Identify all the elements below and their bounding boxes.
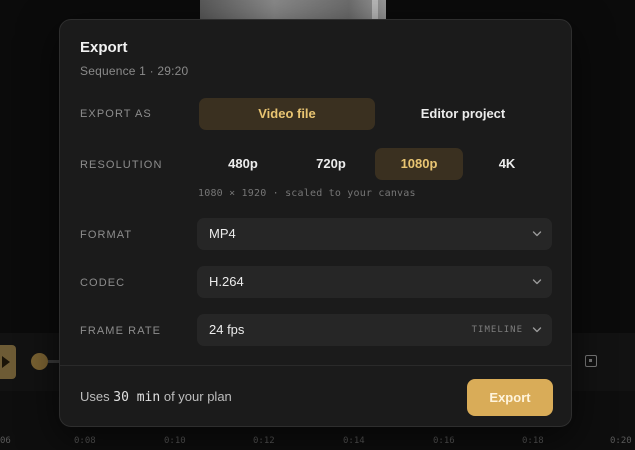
format-value: MP4 [209, 226, 236, 241]
ruler-tick: 0:14 [343, 436, 365, 446]
plan-usage-text: Uses 30 min of your plan [80, 389, 232, 405]
dialog-subtitle: Sequence 1 · 29:20 [80, 64, 189, 78]
chevron-down-icon [532, 231, 542, 237]
ruler-tick: 0:12 [253, 436, 275, 446]
ruler-tick: 0:20 [610, 436, 632, 446]
plan-usage-prefix: Uses [80, 389, 110, 404]
ruler-tick: 0:16 [433, 436, 455, 446]
ruler-tick: 0:08 [74, 436, 96, 446]
export-as-video-file[interactable]: Video file [199, 98, 375, 130]
footer-divider [60, 365, 571, 366]
frame-rate-value: 24 fps [209, 322, 245, 337]
chevron-down-icon [532, 327, 542, 333]
format-select[interactable]: MP4 [197, 218, 552, 250]
export-button[interactable]: Export [467, 379, 553, 416]
play-icon[interactable] [0, 345, 16, 379]
fit-to-screen-icon[interactable] [585, 355, 597, 367]
export-dialog: Export Sequence 1 · 29:20 EXPORT AS Vide… [59, 19, 572, 427]
resolution-1080p[interactable]: 1080p [375, 148, 463, 180]
resolution-480p[interactable]: 480p [199, 148, 287, 180]
ruler-tick: 0:18 [522, 436, 544, 446]
export-as-label: EXPORT AS [80, 108, 152, 120]
frame-rate-select[interactable]: 24 fps TIMELINE [197, 314, 552, 346]
resolution-hint: 1080 × 1920 · scaled to your canvas [198, 188, 416, 199]
codec-value: H.264 [209, 274, 244, 289]
dialog-title: Export [80, 39, 128, 56]
format-label: FORMAT [80, 229, 133, 241]
resolution-720p[interactable]: 720p [287, 148, 375, 180]
codec-label: CODEC [80, 277, 126, 289]
ruler-tick: 0:10 [164, 436, 186, 446]
timeline-badge: TIMELINE [471, 325, 523, 335]
plan-usage-amount: 30 min [113, 390, 161, 405]
resolution-4k[interactable]: 4K [463, 148, 551, 180]
chevron-down-icon [532, 279, 542, 285]
codec-select[interactable]: H.264 [197, 266, 552, 298]
ruler-tick: 06 [0, 436, 11, 446]
scrub-handle[interactable] [31, 353, 48, 370]
plan-usage-suffix: of your plan [163, 389, 232, 404]
resolution-label: RESOLUTION [80, 159, 163, 171]
frame-rate-label: FRAME RATE [80, 325, 162, 337]
export-as-editor-project[interactable]: Editor project [375, 98, 551, 130]
